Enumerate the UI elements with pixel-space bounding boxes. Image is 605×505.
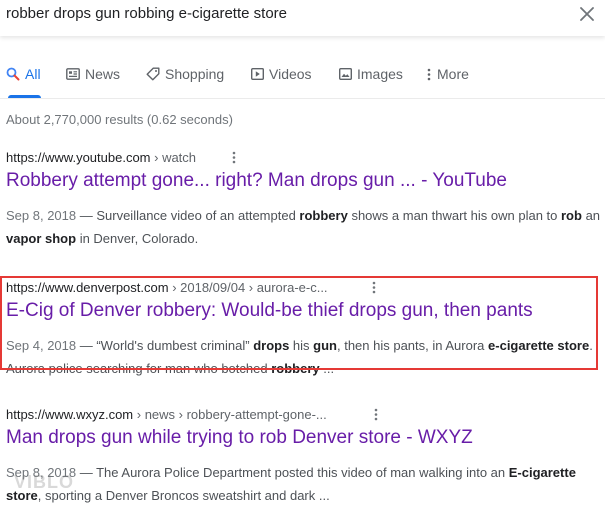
tab-more[interactable]: More [426, 66, 469, 96]
tab-images[interactable]: Images [338, 66, 403, 96]
image-icon [338, 66, 352, 82]
tab-shopping[interactable]: Shopping [146, 66, 224, 96]
result-date: Sep 8, 2018 [6, 208, 77, 223]
result-snippet: Sep 8, 2018 — The Aurora Police Departme… [6, 461, 601, 505]
snippet-text: shows a man thwart his own plan to [347, 208, 561, 223]
result-date: Sep 4, 2018 [6, 338, 77, 353]
snippet-keyword: drops [253, 338, 290, 353]
search-tabs: All News Shopping Videos Images More [0, 58, 605, 99]
result-url[interactable]: https://www.wxyz.com › news › robbery-at… [6, 407, 327, 422]
tab-label: News [85, 66, 121, 82]
play-icon [250, 66, 264, 82]
snippet-text: , then his pants, in Aurora [336, 338, 489, 353]
snippet-text: in Denver, Colorado. [76, 231, 199, 246]
snippet-text: , sporting a Denver Broncos sweatshirt a… [37, 488, 330, 503]
snippet-keyword: vapor shop [6, 231, 77, 246]
result-breadcrumbs: › news › robbery-attempt-gone-... [133, 407, 327, 422]
snippet-text: — The Aurora Police Department posted th… [76, 465, 509, 480]
search-results-page: robber drops gun robbing e-cigarette sto… [0, 0, 605, 505]
result-options-button[interactable] [228, 149, 240, 165]
result-domain: https://www.denverpost.com [6, 280, 169, 295]
snippet-text: an [581, 208, 601, 223]
clear-search-button[interactable] [577, 3, 597, 25]
newspaper-icon [66, 66, 80, 82]
kebab-icon [374, 408, 378, 420]
result-title-link[interactable]: Robbery attempt gone... right? Man drops… [6, 170, 507, 192]
result-options-button[interactable] [368, 279, 380, 295]
result-snippet-text: — “World's dumbest criminal” drops his g… [6, 338, 593, 376]
kebab-icon [426, 66, 432, 82]
snippet-text: — Surveillance video of an attempted [76, 208, 300, 223]
tab-news[interactable]: News [66, 66, 120, 96]
snippet-keyword: robbery [299, 208, 348, 223]
result-snippet: Sep 8, 2018 — Surveillance video of an a… [6, 204, 601, 250]
snippet-text: — “World's dumbest criminal” [76, 338, 254, 353]
tab-label: Shopping [165, 66, 225, 82]
tab-label: More [437, 66, 469, 82]
result-breadcrumbs: › watch [150, 150, 197, 165]
snippet-keyword: robbery [271, 361, 320, 376]
search-input[interactable]: robber drops gun robbing e-cigarette sto… [6, 5, 287, 22]
result-stats: About 2,770,000 results (0.62 seconds) [6, 112, 233, 127]
result-snippet: Sep 4, 2018 — “World's dumbest criminal”… [6, 334, 601, 380]
snippet-keyword: gun [313, 338, 337, 353]
close-icon [580, 7, 594, 21]
result-domain: https://www.wxyz.com [6, 407, 134, 422]
result-title-link[interactable]: Man drops gun while trying to rob Denver… [6, 427, 473, 449]
tab-videos[interactable]: Videos [250, 66, 312, 96]
search-bar: robber drops gun robbing e-cigarette sto… [0, 0, 605, 36]
tab-all[interactable]: All [6, 66, 41, 98]
result-snippet-text: — Surveillance video of an attempted rob… [6, 208, 600, 246]
kebab-icon [372, 281, 376, 293]
tab-label: Videos [269, 66, 312, 82]
snippet-keyword: rob [561, 208, 582, 223]
result-breadcrumbs: › 2018/09/04 › aurora-e-c... [168, 280, 328, 295]
watermark: VIBLO [14, 472, 75, 492]
search-icon [6, 66, 20, 82]
result-url[interactable]: https://www.youtube.com › watch [6, 150, 196, 165]
result-domain: https://www.youtube.com [6, 150, 151, 165]
result-options-button[interactable] [370, 406, 382, 422]
result-snippet-text: — The Aurora Police Department posted th… [6, 465, 576, 503]
tab-label: Images [357, 66, 403, 82]
tag-icon [146, 66, 160, 82]
snippet-text: ... [319, 361, 335, 376]
kebab-icon [232, 151, 236, 163]
snippet-keyword: e-cigarette store [488, 338, 590, 353]
result-url[interactable]: https://www.denverpost.com › 2018/09/04 … [6, 280, 328, 295]
tab-label: All [25, 66, 41, 82]
result-title-link[interactable]: E-Cig of Denver robbery: Would-be thief … [6, 300, 533, 322]
snippet-text: his [289, 338, 314, 353]
